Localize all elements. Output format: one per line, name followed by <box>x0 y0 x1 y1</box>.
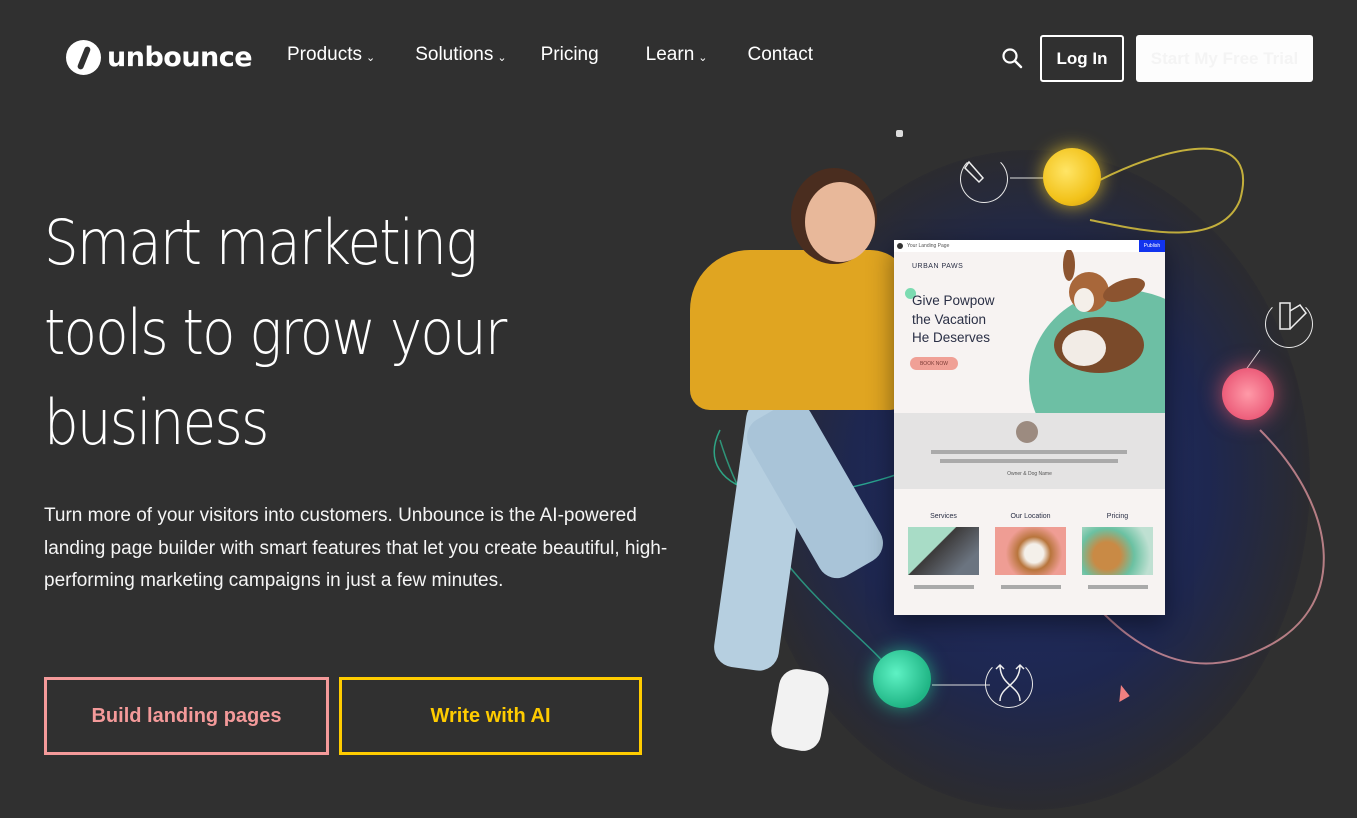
mockup-text-placeholder <box>913 585 974 589</box>
hero-headline: Smart marketing tools to grow your busin… <box>44 198 572 468</box>
search-icon <box>1002 48 1023 69</box>
top-nav: unbounce Products ⌄ Solutions ⌄ Pricing … <box>0 0 1357 116</box>
pen-tool-icon <box>960 155 1008 203</box>
headline-line: Smart marketing <box>44 206 478 279</box>
pink-planet <box>1222 368 1274 420</box>
headline-line: business <box>44 386 269 459</box>
yellow-sweater <box>690 250 910 410</box>
mockup-tab-title: Your Landing Page <box>907 243 950 249</box>
mockup-testimonial: Owner & Dog Name <box>894 413 1165 489</box>
mockup-text-placeholder <box>931 450 1127 454</box>
start-free-trial-button[interactable]: Start My Free Trial <box>1136 35 1313 82</box>
nav-pricing-label: Pricing <box>540 44 599 65</box>
mockup-title-line: Give Powpow <box>912 293 995 308</box>
mockup-column: Pricing <box>1082 513 1153 589</box>
main-menu: Products ⌄ Solutions ⌄ Pricing Learn ⌄ C… <box>287 44 813 66</box>
mockup-text-placeholder <box>940 459 1118 463</box>
palette-swatch-icon <box>1265 300 1313 348</box>
mockup-book-now-button: BOOK NOW <box>910 357 958 370</box>
mockup-text-placeholder <box>1087 585 1148 589</box>
nav-products[interactable]: Products ⌄ <box>287 44 375 66</box>
nav-products-label: Products <box>287 44 362 65</box>
mockup-text-placeholder <box>1000 585 1061 589</box>
build-landing-pages-button[interactable]: Build landing pages <box>44 677 329 755</box>
mockup-column: Services <box>908 513 979 589</box>
mockup-avatar <box>1016 421 1038 443</box>
nav-solutions[interactable]: Solutions ⌄ <box>415 44 506 66</box>
nav-pricing[interactable]: Pricing <box>541 44 599 66</box>
mockup-columns: Services Our Location Pricing <box>908 513 1153 589</box>
golden-retriever-photo <box>1082 527 1153 575</box>
hero-illustration: Your Landing Page Publish URBAN PAWS Giv… <box>660 110 1357 818</box>
hero-description: Turn more of your visitors into customer… <box>44 505 668 591</box>
unbounce-logo-icon <box>66 40 101 75</box>
write-with-ai-button[interactable]: Write with AI <box>339 677 642 755</box>
login-button[interactable]: Log In <box>1040 35 1124 82</box>
mockup-testimonial-caption: Owner & Dog Name <box>1007 471 1052 477</box>
mockup-column-label: Our Location <box>1010 513 1051 520</box>
mockup-logo-icon <box>897 243 903 249</box>
nav-learn-label: Learn <box>645 44 695 65</box>
beagle-photo <box>1054 250 1145 373</box>
headline-line: tools to grow your <box>44 296 507 369</box>
dog-in-bed-photo <box>908 527 979 575</box>
mockup-title: Give Powpow the Vacation He Deserves <box>912 292 1032 348</box>
search-button[interactable] <box>1000 46 1024 70</box>
unbounce-logo[interactable]: unbounce <box>66 40 253 75</box>
chevron-down-icon: ⌄ <box>365 51 376 64</box>
yellow-planet <box>1043 148 1101 206</box>
chevron-down-icon: ⌄ <box>698 51 708 64</box>
mockup-column-label: Services <box>930 513 957 520</box>
mockup-brand: URBAN PAWS <box>912 263 964 270</box>
nav-contact[interactable]: Contact <box>748 44 813 66</box>
nav-contact-label: Contact <box>747 44 813 65</box>
mockup-column-label: Pricing <box>1106 513 1129 520</box>
chevron-down-icon: ⌄ <box>497 51 507 64</box>
nav-solutions-label: Solutions <box>415 44 494 65</box>
split-arrows-icon <box>985 660 1033 708</box>
landing-page-mockup: Your Landing Page Publish URBAN PAWS Giv… <box>894 240 1165 615</box>
mockup-title-line: He Deserves <box>912 330 991 345</box>
logo-text: unbounce <box>107 42 253 73</box>
head <box>805 182 875 262</box>
mockup-column: Our Location <box>995 513 1066 589</box>
nav-learn[interactable]: Learn ⌄ <box>646 44 708 66</box>
green-planet <box>873 650 931 708</box>
bulldog-photo <box>995 527 1066 575</box>
mockup-title-line: the Vacation <box>912 311 987 327</box>
